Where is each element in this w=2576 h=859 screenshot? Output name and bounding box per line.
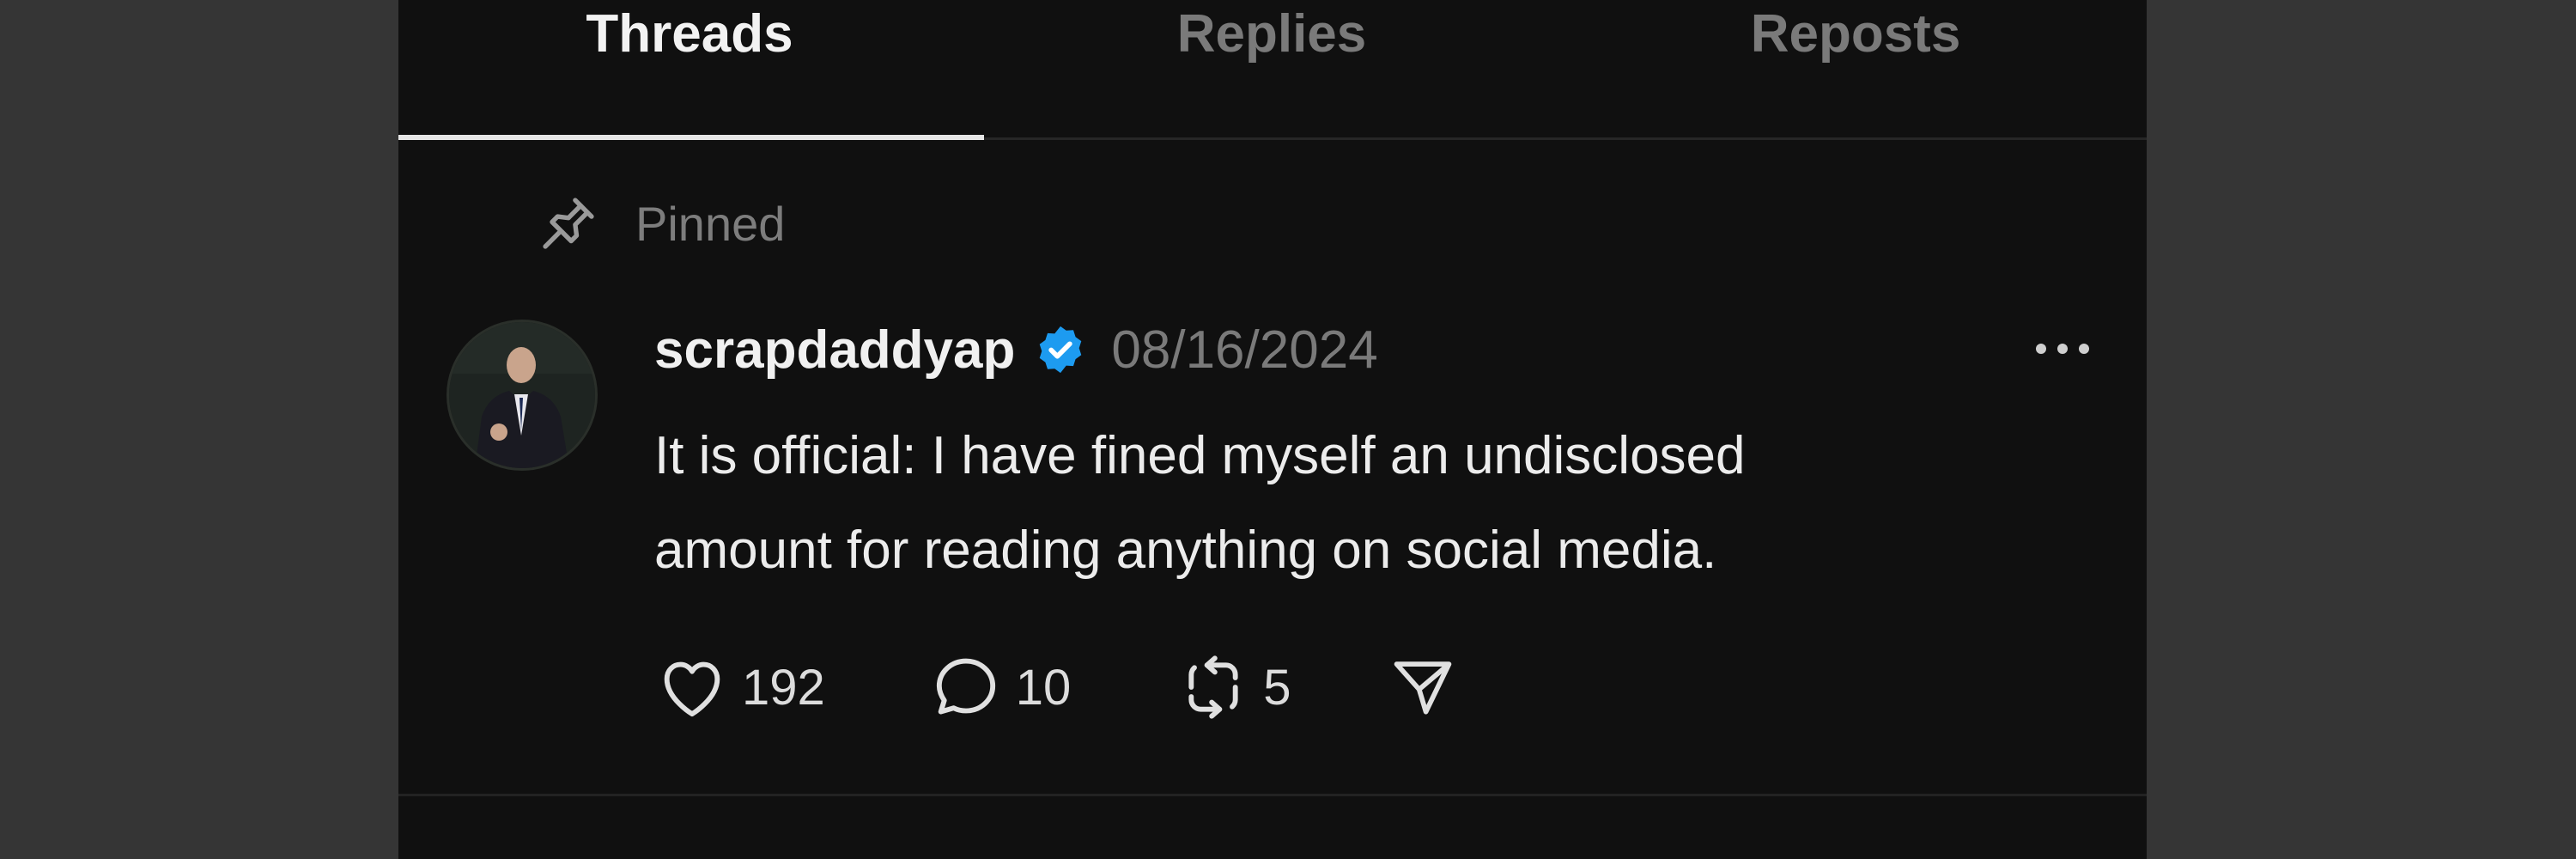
more-options-icon xyxy=(2032,340,2093,362)
profile-tabs: Threads Replies Reposts xyxy=(398,0,2147,140)
avatar[interactable] xyxy=(447,320,598,471)
repost-icon xyxy=(1176,649,1251,725)
comment-icon xyxy=(928,649,1004,725)
like-button[interactable]: 192 xyxy=(654,649,825,725)
app-frame: Threads Replies Reposts Pinned scrapdadd… xyxy=(0,0,2576,859)
post-actions: 192 10 5 xyxy=(654,646,1460,728)
tab-threads[interactable]: Threads xyxy=(398,0,981,137)
reply-count: 10 xyxy=(1015,659,1072,716)
post-body-line: It is official: I have fined myself an u… xyxy=(654,426,1746,485)
send-icon xyxy=(1386,650,1460,724)
post-body: It is official: I have fined myself an u… xyxy=(654,409,2063,598)
share-button[interactable] xyxy=(1386,650,1460,724)
active-tab-indicator xyxy=(398,135,984,140)
profile-feed-panel: Threads Replies Reposts Pinned scrapdadd… xyxy=(398,0,2147,859)
reply-button[interactable]: 10 xyxy=(928,649,1072,725)
more-options-button[interactable] xyxy=(2020,316,2105,385)
tab-replies-label: Replies xyxy=(1176,4,1367,64)
verified-badge-icon xyxy=(1032,321,1089,378)
post-date: 08/16/2024 xyxy=(1111,320,1378,380)
pinned-label: Pinned xyxy=(635,196,786,251)
tab-reposts-label: Reposts xyxy=(1750,4,1961,64)
tab-threads-label: Threads xyxy=(586,4,793,64)
pin-icon xyxy=(536,191,601,256)
username[interactable]: scrapdaddyap xyxy=(654,320,1015,381)
post-divider xyxy=(398,794,2147,796)
heart-icon xyxy=(654,649,730,725)
like-count: 192 xyxy=(742,659,825,716)
post-body-line: amount for reading anything on social me… xyxy=(654,521,1717,580)
repost-count: 5 xyxy=(1263,659,1291,716)
tab-reposts[interactable]: Reposts xyxy=(1564,0,2147,137)
tab-replies[interactable]: Replies xyxy=(981,0,1563,137)
pinned-indicator: Pinned xyxy=(536,189,785,258)
repost-button[interactable]: 5 xyxy=(1176,649,1291,725)
post-header: scrapdaddyap 08/16/2024 xyxy=(654,311,1378,388)
